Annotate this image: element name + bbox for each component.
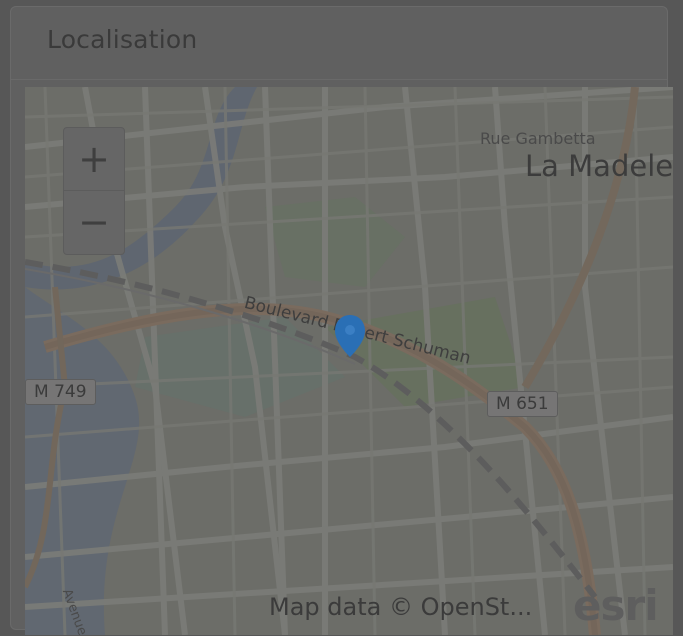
card-header: Localisation xyxy=(11,7,667,80)
map-attribution[interactable]: Map data © OpenSt... xyxy=(269,593,532,621)
zoom-in-button[interactable]: + xyxy=(64,128,124,191)
zoom-out-button[interactable]: − xyxy=(64,191,124,253)
card-title: Localisation xyxy=(47,25,198,54)
location-card: Localisation Rue Gambetta La Madele Boul… xyxy=(10,6,673,635)
road-shield-m749: M 749 xyxy=(25,379,96,405)
map[interactable]: Rue Gambetta La Madele Boulevard Robert … xyxy=(25,87,673,635)
road-shield-m651: M 651 xyxy=(487,391,558,417)
zoom-control: + − xyxy=(63,127,125,255)
esri-logo: esri xyxy=(573,581,659,630)
street-label-gambetta: Rue Gambetta xyxy=(480,129,596,148)
district-label: La Madele xyxy=(525,149,673,183)
map-pin-icon[interactable] xyxy=(333,313,367,359)
